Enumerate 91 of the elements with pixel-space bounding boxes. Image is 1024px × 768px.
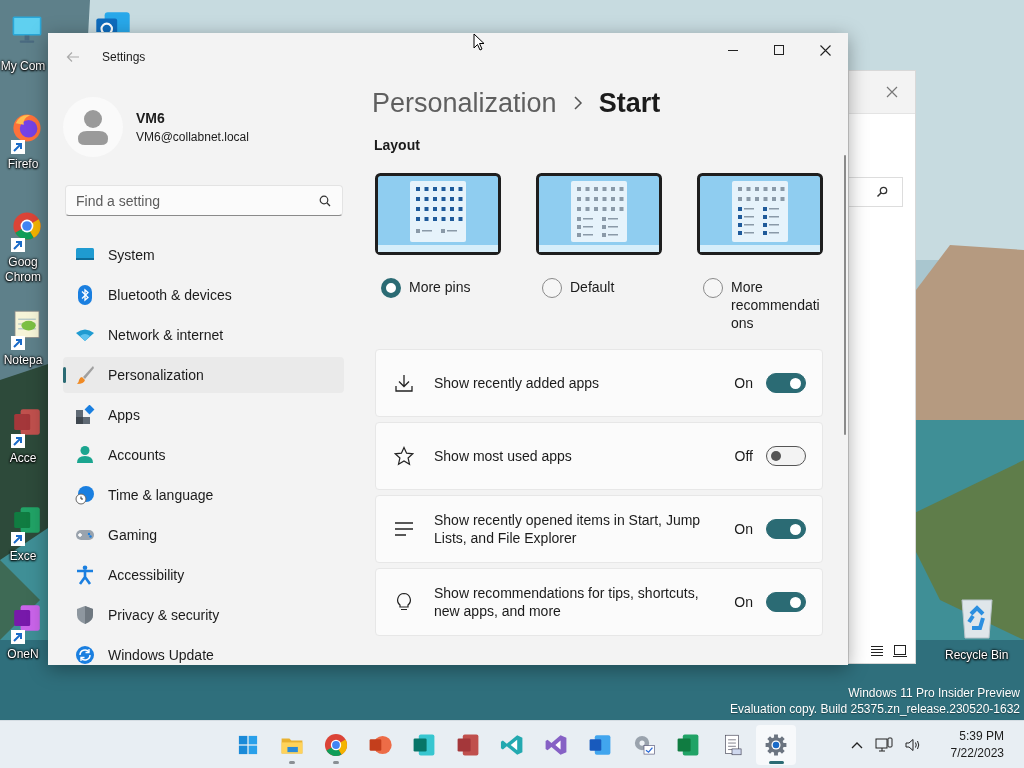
close-icon[interactable] bbox=[886, 86, 898, 98]
radio-label[interactable]: More pins bbox=[409, 278, 501, 296]
nav-item[interactable]: Accessibility bbox=[63, 557, 344, 593]
maximize-icon bbox=[774, 45, 784, 55]
running-indicator bbox=[333, 760, 339, 764]
star-icon bbox=[394, 446, 414, 466]
toggle-switch[interactable] bbox=[766, 446, 806, 466]
page-title: Start bbox=[598, 87, 661, 119]
shortcut-arrow-icon bbox=[11, 434, 25, 448]
toggle-state-text: On bbox=[734, 521, 753, 537]
shortcut-arrow-icon bbox=[11, 336, 25, 350]
setting-label: Show recently opened items in Start, Jump Lists, and File Explorer bbox=[434, 511, 702, 547]
toggle-state-text: On bbox=[734, 594, 753, 610]
shortcut-arrow-icon bbox=[11, 140, 25, 154]
setting-label: Show most used apps bbox=[434, 447, 573, 465]
close-icon bbox=[819, 44, 831, 56]
network-icon[interactable] bbox=[874, 736, 893, 753]
icon-label[interactable]: Exce bbox=[9, 549, 37, 564]
download-icon bbox=[394, 373, 414, 393]
shortcut-arrow-icon bbox=[11, 630, 25, 644]
running-indicator bbox=[289, 760, 295, 764]
icon-label[interactable]: Recycle Bin bbox=[945, 648, 1009, 663]
search-icon[interactable] bbox=[876, 186, 888, 198]
nav-item[interactable]: System bbox=[63, 237, 344, 273]
nav-item[interactable]: Gaming bbox=[63, 517, 344, 553]
chevron-up-icon[interactable] bbox=[850, 740, 863, 749]
person-icon bbox=[75, 445, 95, 465]
breadcrumb-link[interactable]: Personalization bbox=[372, 87, 557, 119]
bluetooth-icon bbox=[75, 285, 95, 305]
start-layout-preview[interactable] bbox=[697, 173, 823, 255]
section-heading: Layout bbox=[374, 137, 421, 153]
chrome-icon[interactable] bbox=[11, 210, 43, 242]
search-field[interactable] bbox=[849, 177, 903, 207]
firefox-icon[interactable] bbox=[11, 112, 43, 144]
toggle-switch[interactable] bbox=[766, 373, 806, 393]
radio-label[interactable]: Default bbox=[570, 278, 662, 296]
notepad-icon[interactable] bbox=[11, 308, 43, 340]
nav-item[interactable]: Apps bbox=[63, 397, 344, 433]
toggle-state-text: Off bbox=[734, 448, 753, 464]
icon-label[interactable]: Acce bbox=[9, 451, 37, 466]
radio-button[interactable] bbox=[703, 278, 723, 298]
globe-clock-icon bbox=[75, 485, 95, 505]
radio-button[interactable] bbox=[381, 278, 401, 298]
user-name: VM6 bbox=[136, 110, 166, 126]
search-icon[interactable] bbox=[319, 195, 331, 207]
running-indicator bbox=[769, 760, 784, 764]
start-layout-preview[interactable] bbox=[536, 173, 662, 255]
build-info-text: Evaluation copy. Build 25375.zn_release.230520-1632 bbox=[730, 701, 1020, 717]
nav-item[interactable]: Bluetooth & devices bbox=[63, 277, 344, 313]
apps-icon bbox=[75, 405, 95, 425]
toggle-switch[interactable] bbox=[766, 592, 806, 612]
toggle-switch[interactable] bbox=[766, 519, 806, 539]
clock[interactable]: 5:39 PM 7/22/2023 bbox=[950, 727, 1004, 762]
search-field[interactable]: Find a setting bbox=[65, 185, 343, 216]
shortcut-arrow-icon bbox=[11, 532, 25, 546]
shortcut-arrow-icon bbox=[11, 238, 25, 252]
paintbrush-icon bbox=[75, 365, 95, 385]
icon-label[interactable]: OneN bbox=[7, 647, 39, 662]
volume-icon[interactable] bbox=[904, 737, 921, 752]
selection-indicator bbox=[63, 367, 66, 383]
shield-icon bbox=[75, 605, 95, 625]
tiles-view-icon[interactable] bbox=[893, 645, 907, 657]
nav-item[interactable]: Accounts bbox=[63, 437, 344, 473]
taskbar-button[interactable] bbox=[756, 724, 796, 765]
monitor-icon[interactable] bbox=[11, 14, 43, 46]
avatar-icon bbox=[63, 97, 123, 157]
nav-item[interactable]: Time & language bbox=[63, 477, 344, 513]
icon-label[interactable]: Firefo bbox=[7, 157, 39, 172]
icon-label[interactable]: My Com bbox=[0, 59, 46, 74]
scrollbar[interactable] bbox=[844, 155, 846, 435]
icon-label[interactable]: Notepa bbox=[3, 353, 43, 368]
icon-label[interactable]: Goog Chrom bbox=[5, 255, 41, 285]
nav-item[interactable]: Network & internet bbox=[63, 317, 344, 353]
toggle-state-text: On bbox=[734, 375, 753, 391]
nav-item[interactable]: Privacy & security bbox=[63, 597, 344, 633]
setting-label: Show recently added apps bbox=[434, 374, 600, 392]
chevron-right-icon bbox=[572, 96, 583, 110]
nav-item[interactable]: Windows Update bbox=[63, 637, 344, 665]
details-view-icon[interactable] bbox=[870, 645, 884, 657]
chrome-icon[interactable] bbox=[323, 731, 349, 758]
window-title: Settings bbox=[102, 50, 146, 64]
radio-label[interactable]: More recommendations bbox=[731, 278, 823, 332]
radio-button[interactable] bbox=[542, 278, 562, 298]
accessibility-icon bbox=[75, 565, 95, 585]
nav-item[interactable]: Personalization bbox=[63, 357, 344, 393]
lightbulb-icon bbox=[394, 592, 414, 612]
list-icon bbox=[394, 519, 414, 539]
user-email: VM6@collabnet.local bbox=[136, 130, 249, 144]
setting-label: Show recommendations for tips, shortcuts, new apps, and more bbox=[434, 584, 700, 620]
start-layout-preview[interactable] bbox=[375, 173, 501, 255]
build-info-text: Windows 11 Pro Insider Preview bbox=[847, 685, 1020, 701]
